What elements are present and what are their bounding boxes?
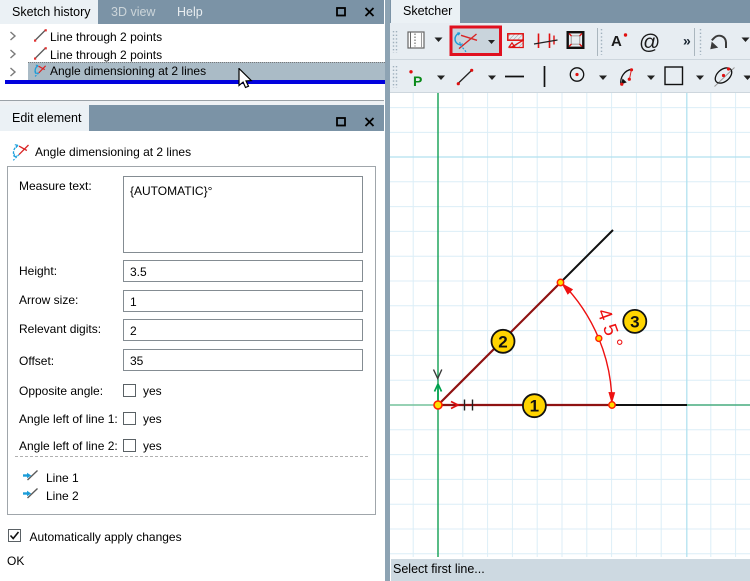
svg-text:3: 3 (630, 312, 639, 331)
svg-text:»: » (683, 33, 691, 49)
svg-text:1: 1 (530, 397, 539, 416)
svg-text:A: A (611, 33, 622, 50)
svg-text:P: P (413, 73, 422, 89)
svg-text:2: 2 (498, 332, 507, 351)
svg-text:@: @ (639, 31, 660, 54)
